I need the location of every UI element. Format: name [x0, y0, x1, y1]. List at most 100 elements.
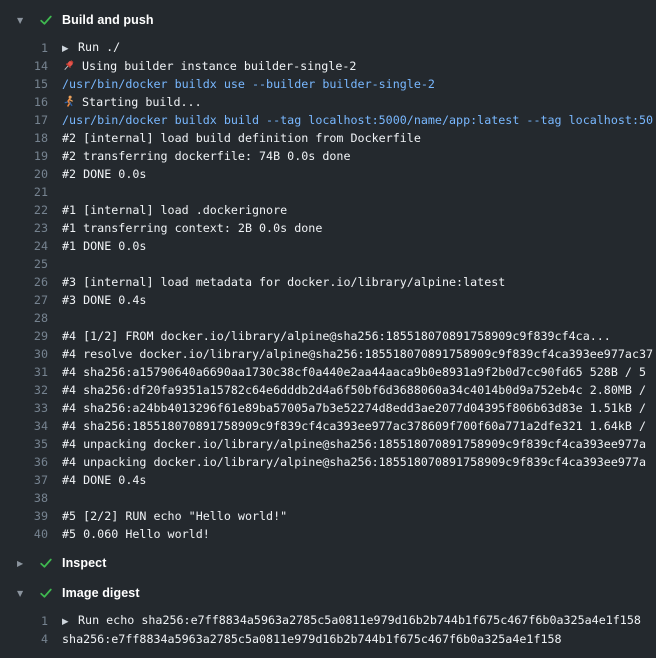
- line-number[interactable]: 39: [0, 507, 48, 525]
- log-text: #4 sha256:df20fa9351a15782c64e6dddb2d4a6…: [62, 381, 646, 399]
- log-line: 28: [0, 309, 656, 327]
- log-line: 34 #4 sha256:185518070891758909c9f839cf4c…: [0, 417, 656, 435]
- log-text: #3 DONE 0.4s: [62, 291, 146, 309]
- log-line: 23 #1 transferring context: 2B 0.0s done: [0, 219, 656, 237]
- line-number[interactable]: 17: [0, 111, 48, 129]
- line-number[interactable]: 36: [0, 453, 48, 471]
- line-number[interactable]: 20: [0, 165, 48, 183]
- log-text: #1 transferring context: 2B 0.0s done: [62, 219, 322, 237]
- log-line: 30 #4 resolve docker.io/library/alpine@sh…: [0, 345, 656, 363]
- line-number[interactable]: 26: [0, 273, 48, 291]
- log-line: 15/usr/bin/docker buildx use --builder b…: [0, 75, 656, 93]
- log-text: #4 unpacking docker.io/library/alpine@sh…: [62, 435, 646, 453]
- log-line: 21: [0, 183, 656, 201]
- line-number[interactable]: 28: [0, 309, 48, 327]
- log-text: sha256:e7ff8834a5963a2785c5a0811e979d16b…: [62, 630, 562, 648]
- log-line: 39 #5 [2/2] RUN echo "Hello world!": [0, 507, 656, 525]
- line-number[interactable]: 14: [0, 57, 48, 75]
- expand-arrow-icon[interactable]: ▶: [62, 613, 78, 630]
- log-text: Using builder instance builder-single-2: [62, 57, 356, 75]
- pushpin-icon: [62, 59, 75, 72]
- chevron-right-icon[interactable]: ▶: [17, 559, 29, 568]
- log-line: 31 #4 sha256:a15790640a6690aa1730c38cf0a4…: [0, 363, 656, 381]
- line-number[interactable]: 24: [0, 237, 48, 255]
- line-number[interactable]: 37: [0, 471, 48, 489]
- line-number[interactable]: 21: [0, 183, 48, 201]
- log-text: /usr/bin/docker buildx build --tag local…: [62, 111, 653, 129]
- log-text: ▶Run ./: [62, 39, 120, 57]
- log-text: #4 sha256:185518070891758909c9f839cf4ca3…: [62, 417, 646, 435]
- line-number[interactable]: 34: [0, 417, 48, 435]
- line-number[interactable]: 16: [0, 93, 48, 111]
- log-line: 38: [0, 489, 656, 507]
- line-number[interactable]: 25: [0, 255, 48, 273]
- log-text: #1 [internal] load .dockerignore: [62, 201, 287, 219]
- log-line: 22 #1 [internal] load .dockerignore: [0, 201, 656, 219]
- line-number[interactable]: 23: [0, 219, 48, 237]
- line-number[interactable]: 38: [0, 489, 48, 507]
- log-line: 25: [0, 255, 656, 273]
- line-number[interactable]: 33: [0, 399, 48, 417]
- line-number[interactable]: 32: [0, 381, 48, 399]
- log-line: 32 #4 sha256:df20fa9351a15782c64e6dddb2d4…: [0, 381, 656, 399]
- log-line: 20 #2 DONE 0.0s: [0, 165, 656, 183]
- log-line: 19 #2 transferring dockerfile: 74B 0.0s d…: [0, 147, 656, 165]
- chevron-down-icon[interactable]: ▼: [17, 16, 29, 25]
- log-text: #2 DONE 0.0s: [62, 165, 146, 183]
- line-number[interactable]: 31: [0, 363, 48, 381]
- line-number[interactable]: 1: [0, 612, 48, 630]
- log-line: 27 #3 DONE 0.4s: [0, 291, 656, 309]
- line-number[interactable]: 19: [0, 147, 48, 165]
- log-line: 24 #1 DONE 0.0s: [0, 237, 656, 255]
- log-line: 4 sha256:e7ff8834a5963a2785c5a0811e979d16…: [0, 630, 656, 648]
- log-line: 26 #3 [internal] load metadata for docker…: [0, 273, 656, 291]
- line-number[interactable]: 30: [0, 345, 48, 363]
- line-number[interactable]: 27: [0, 291, 48, 309]
- log-text: #2 [internal] load build definition from…: [62, 129, 421, 147]
- log-text: #2 transferring dockerfile: 74B 0.0s don…: [62, 147, 351, 165]
- log-list-image-digest: 1 ▶Run echo sha256:e7ff8834a5963a2785c5a0…: [0, 612, 656, 648]
- log-line: 16 Starting build...: [0, 93, 656, 111]
- log-text: #3 [internal] load metadata for docker.i…: [62, 273, 505, 291]
- log-text: #4 sha256:a15790640a6690aa1730c38cf0a440…: [62, 363, 646, 381]
- log-list-build-and-push: 1 ▶Run ./ 14 Using builder instance builder…: [0, 39, 656, 543]
- section-header-build-and-push[interactable]: ▼ Build and push: [0, 8, 656, 32]
- section-title: Image digest: [62, 586, 140, 600]
- line-number[interactable]: 22: [0, 201, 48, 219]
- log-line: 35 #4 unpacking docker.io/library/alpine@…: [0, 435, 656, 453]
- log-line: 14 Using builder instance builder-single-…: [0, 57, 656, 75]
- expand-arrow-icon[interactable]: ▶: [62, 40, 78, 57]
- log-text: #4 sha256:a24bb4013296f61e89ba57005a7b3e…: [62, 399, 646, 417]
- line-number[interactable]: 40: [0, 525, 48, 543]
- line-number[interactable]: 4: [0, 630, 48, 648]
- log-text: #4 resolve docker.io/library/alpine@sha2…: [62, 345, 653, 363]
- log-line: 18 #2 [internal] load build definition fr…: [0, 129, 656, 147]
- log-text: /usr/bin/docker buildx use --builder bui…: [62, 75, 435, 93]
- line-number[interactable]: 18: [0, 129, 48, 147]
- log-line: 36 #4 unpacking docker.io/library/alpine@…: [0, 453, 656, 471]
- check-icon: [39, 13, 53, 27]
- line-number[interactable]: 1: [0, 39, 48, 57]
- check-icon: [39, 586, 53, 600]
- section-header-inspect[interactable]: ▶Inspect: [0, 551, 656, 575]
- line-number[interactable]: 29: [0, 327, 48, 345]
- log-line: 29 #4 [1/2] FROM docker.io/library/alpine…: [0, 327, 656, 345]
- log-line: 37#4 DONE 0.4s: [0, 471, 656, 489]
- line-number[interactable]: 15: [0, 75, 48, 93]
- log-text: #4 unpacking docker.io/library/alpine@sh…: [62, 453, 646, 471]
- log-line: 17/usr/bin/docker buildx build --tag loc…: [0, 111, 656, 129]
- check-icon: [39, 556, 53, 570]
- section-header-image-digest[interactable]: ▼ Image digest: [0, 581, 656, 605]
- section-title: Build and push: [62, 13, 154, 27]
- log-text: #5 [2/2] RUN echo "Hello world!": [62, 507, 287, 525]
- chevron-down-icon[interactable]: ▼: [17, 589, 29, 598]
- line-number[interactable]: 35: [0, 435, 48, 453]
- log-text: ▶Run echo sha256:e7ff8834a5963a2785c5a08…: [62, 612, 641, 630]
- log-text: Starting build...: [62, 93, 202, 111]
- log-text: #4 [1/2] FROM docker.io/library/alpine@s…: [62, 327, 611, 345]
- log-text: #1 DONE 0.0s: [62, 237, 146, 255]
- log-line: 1 ▶Run echo sha256:e7ff8834a5963a2785c5a0…: [0, 612, 656, 630]
- runner-icon: [62, 95, 75, 108]
- log-line: 40#5 0.060 Hello world!: [0, 525, 656, 543]
- log-line: 1 ▶Run ./: [0, 39, 656, 57]
